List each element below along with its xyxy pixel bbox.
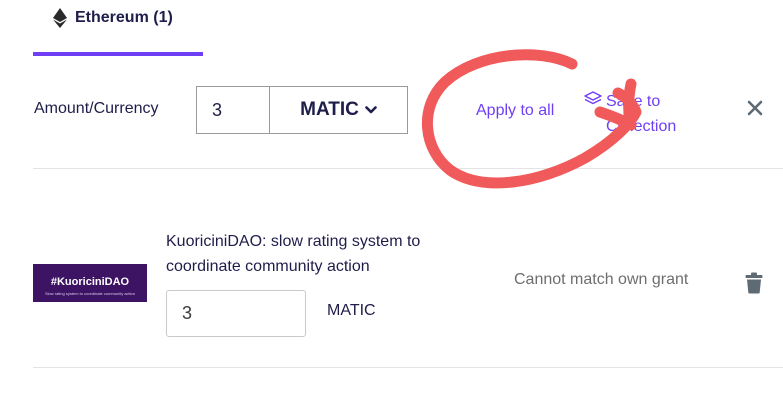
grant-thumbnail-subtitle: Slow rating system to coordinate communi… [44, 291, 136, 296]
divider [33, 168, 783, 169]
ethereum-icon [53, 8, 67, 28]
save-to-collection-label: Save to Collection [606, 89, 696, 139]
chevron-down-icon [365, 106, 377, 114]
apply-to-all-link[interactable]: Apply to all [476, 102, 554, 120]
grant-title-link[interactable]: KuoriciniDAO: slow rating system to coor… [166, 229, 466, 279]
tab-ethereum[interactable]: Ethereum (1) [33, 0, 203, 57]
divider [33, 367, 783, 368]
save-to-collection-link[interactable]: Save to Collection [584, 89, 696, 139]
amount-currency-control: MATIC [196, 86, 408, 134]
tab-active-indicator [33, 52, 203, 56]
save-to-collection-line2: Collection [606, 118, 677, 135]
amount-input[interactable] [197, 87, 270, 133]
grant-amount-input[interactable] [166, 290, 306, 337]
grant-status-text: Cannot match own grant [514, 271, 689, 288]
currency-select[interactable]: MATIC [270, 87, 407, 133]
amount-currency-label: Amount/Currency [34, 100, 159, 117]
tab-label: Ethereum (1) [75, 9, 173, 26]
save-to-collection-line1: Save to [606, 93, 661, 110]
red-circle-annotation [421, 49, 642, 189]
layers-icon [584, 91, 602, 105]
currency-select-label: MATIC [300, 99, 359, 120]
close-icon[interactable] [746, 99, 764, 117]
grant-thumbnail-title: #KuoriciniDAO [50, 276, 130, 288]
grant-currency-label: MATIC [327, 302, 376, 319]
trash-icon[interactable] [745, 272, 763, 294]
grant-thumbnail[interactable]: #KuoriciniDAO Slow rating system to coor… [33, 264, 147, 302]
